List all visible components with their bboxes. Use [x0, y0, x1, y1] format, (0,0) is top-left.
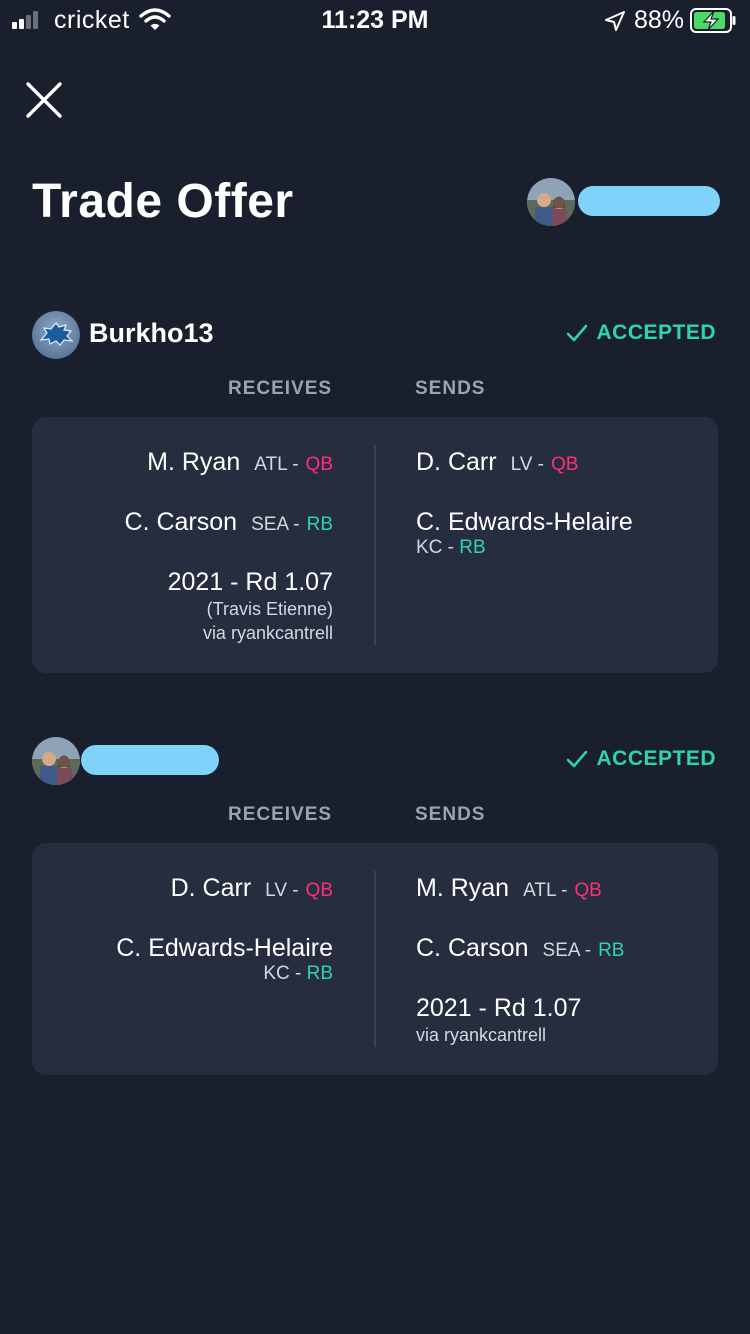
player-team: LV - — [510, 454, 544, 475]
player-name: C. Carson — [124, 508, 238, 536]
page-title: Trade Offer — [32, 175, 294, 228]
player-item[interactable]: D. Carr LV - QB — [171, 873, 333, 906]
checkmark-icon — [567, 750, 588, 768]
draft-pick-item[interactable]: 2021 - Rd 1.07 (Travis Etienne) via ryan… — [168, 567, 333, 645]
player-position: QB — [574, 880, 602, 901]
player-position: RB — [306, 514, 333, 535]
player-team: ATL - — [523, 880, 568, 901]
battery-charging-icon — [690, 8, 736, 33]
location-arrow-icon — [605, 11, 625, 31]
trade-card: M. Ryan ATL - QB C. Carson SEA - RB 2021 -… — [32, 417, 718, 673]
trade-party-row: ACCEPTED — [32, 737, 718, 785]
player-item[interactable]: C. Edwards-Helaire KC - RB — [416, 507, 633, 559]
player-team: SEA - — [251, 514, 300, 535]
draft-pick-via: via ryankcantrell — [202, 623, 333, 643]
column-divider — [374, 871, 376, 1047]
close-icon[interactable] — [24, 80, 64, 120]
receives-header: RECEIVES — [228, 378, 333, 399]
player-position: RB — [459, 537, 486, 558]
column-divider — [374, 445, 376, 645]
player-team: KC - — [263, 963, 302, 984]
status-bar: cricket 11:23 PM 88% — [0, 0, 750, 42]
player-team: SEA - — [542, 940, 592, 961]
avatar[interactable] — [527, 178, 575, 226]
status-badge: ACCEPTED — [566, 321, 716, 345]
player-item[interactable]: M. Ryan ATL - QB — [147, 447, 333, 480]
draft-pick-title: 2021 - Rd 1.07 — [416, 994, 582, 1022]
avatar[interactable] — [32, 737, 80, 785]
draft-pick-note: (Travis Etienne) — [206, 599, 333, 619]
trade-party-row: Burkho13 ACCEPTED — [32, 311, 718, 359]
player-team: KC - — [416, 537, 454, 558]
player-item[interactable]: M. Ryan ATL - QB — [416, 873, 602, 906]
player-team: ATL - — [254, 454, 299, 475]
redacted-username — [578, 186, 720, 216]
player-position: RB — [306, 963, 333, 984]
status-label: ACCEPTED — [596, 747, 716, 770]
player-team: LV - — [265, 880, 299, 901]
player-name: C. Carson — [416, 934, 529, 962]
battery-percent: 88% — [634, 6, 685, 34]
player-position: QB — [305, 454, 333, 475]
status-badge: ACCEPTED — [566, 747, 716, 771]
team-logo — [32, 311, 80, 359]
player-name: C. Edwards-Helaire — [116, 934, 333, 962]
player-item[interactable]: C. Carson SEA - RB — [416, 933, 624, 966]
draft-pick-via: via ryankcantrell — [416, 1025, 547, 1045]
player-name: D. Carr — [170, 874, 252, 902]
redacted-username — [81, 745, 219, 775]
receives-header: RECEIVES — [228, 804, 333, 825]
player-name: C. Edwards-Helaire — [416, 508, 633, 536]
status-label: ACCEPTED — [596, 321, 716, 344]
player-item[interactable]: C. Edwards-Helaire KC - RB — [116, 933, 333, 985]
player-position: QB — [550, 454, 579, 475]
draft-pick-title: 2021 - Rd 1.07 — [167, 568, 333, 596]
checkmark-icon — [567, 324, 588, 342]
player-item[interactable]: C. Carson SEA - RB — [125, 507, 333, 540]
player-name: M. Ryan — [147, 448, 241, 476]
sends-header: SENDS — [415, 378, 486, 399]
player-position: QB — [305, 880, 333, 901]
player-name: D. Carr — [416, 448, 497, 476]
draft-pick-item[interactable]: 2021 - Rd 1.07 via ryankcantrell — [416, 993, 581, 1047]
sends-header: SENDS — [415, 804, 486, 825]
trade-card: D. Carr LV - QB C. Edwards-Helaire KC - R… — [32, 843, 718, 1075]
player-position: RB — [598, 940, 625, 961]
player-item[interactable]: D. Carr LV - QB — [416, 447, 578, 480]
player-name: M. Ryan — [416, 874, 510, 902]
party-name[interactable]: Burkho13 — [89, 318, 214, 349]
